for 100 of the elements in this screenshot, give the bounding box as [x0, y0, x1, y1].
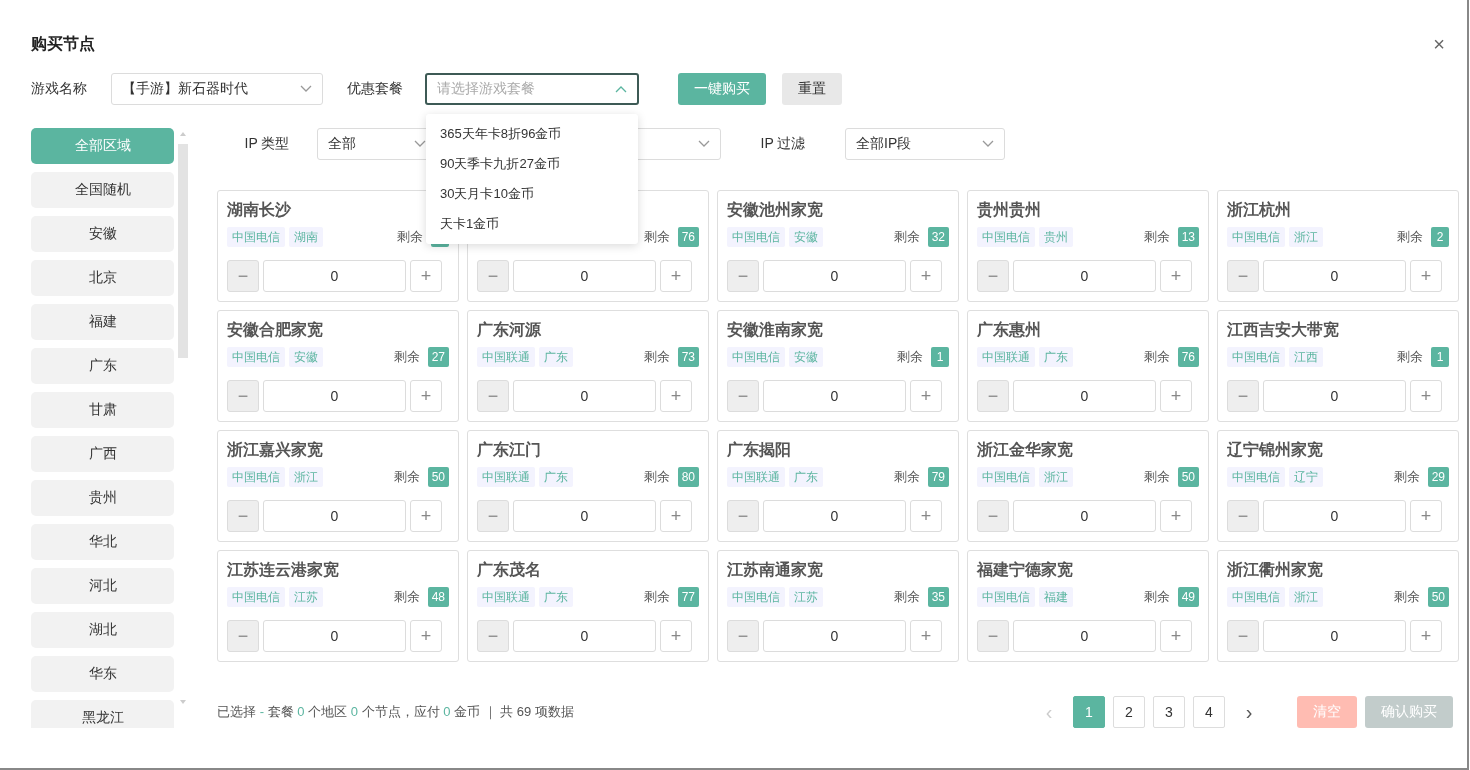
node-tag: 中国联通 — [477, 467, 535, 487]
remaining-count: 50 — [1177, 467, 1199, 487]
node-tag: 中国电信 — [977, 587, 1035, 607]
node-name: 辽宁锦州家宽 — [1227, 441, 1323, 458]
region-tab[interactable]: 贵州 — [31, 480, 174, 516]
page-button[interactable]: 1 — [1073, 696, 1105, 728]
game-select[interactable]: 【手游】新石器时代 — [111, 73, 323, 105]
increment-button[interactable]: + — [1160, 380, 1192, 412]
remaining-count: 50 — [1427, 587, 1449, 607]
quantity-field[interactable]: 0 — [763, 380, 906, 412]
page-button[interactable]: 4 — [1193, 696, 1225, 728]
quantity-field[interactable]: 0 — [513, 620, 656, 652]
quantity-field[interactable]: 0 — [263, 500, 406, 532]
selection-summary: 已选择 - 套餐 0 个地区 0 个节点，应付 0 金币 ｜ 共 69 项数据 — [217, 703, 574, 721]
remaining-label: 剩余 — [397, 228, 423, 246]
remaining-count: 50 — [427, 467, 449, 487]
remaining-count: 49 — [1177, 587, 1199, 607]
quantity-field[interactable]: 0 — [1013, 620, 1156, 652]
reset-button[interactable]: 重置 — [782, 73, 842, 105]
quantity-field[interactable]: 0 — [263, 380, 406, 412]
remaining-label: 剩余 — [393, 468, 420, 486]
node-tag: 湖南 — [289, 227, 323, 247]
quantity-field[interactable]: 0 — [1013, 260, 1156, 292]
quantity-field[interactable]: 0 — [513, 260, 656, 292]
remaining-count: 79 — [927, 467, 949, 487]
region-tab[interactable]: 全部区域 — [31, 128, 174, 164]
region-tab[interactable]: 黑龙江 — [31, 700, 174, 728]
remaining-label: 剩余 — [1393, 468, 1420, 486]
increment-button[interactable]: + — [910, 620, 942, 652]
increment-button[interactable]: + — [410, 380, 442, 412]
increment-button[interactable]: + — [1410, 500, 1442, 532]
increment-button[interactable]: + — [1160, 620, 1192, 652]
dropdown-option[interactable]: 天卡1金币 — [426, 209, 638, 239]
package-select[interactable]: 请选择游戏套餐 — [425, 73, 639, 105]
node-tag: 广东 — [539, 347, 573, 367]
increment-button[interactable]: + — [910, 260, 942, 292]
page-button[interactable]: 2 — [1113, 696, 1145, 728]
node-tag: 中国电信 — [1227, 347, 1285, 367]
increment-button[interactable]: + — [1160, 500, 1192, 532]
increment-button[interactable]: + — [1410, 260, 1442, 292]
next-page-button[interactable]: › — [1233, 696, 1265, 728]
node-name: 浙江衢州家宽 — [1227, 561, 1323, 578]
region-tab[interactable]: 福建 — [31, 304, 174, 340]
region-tab[interactable]: 安徽 — [31, 216, 174, 252]
node-tag: 贵州 — [1039, 227, 1073, 247]
increment-button[interactable]: + — [1160, 260, 1192, 292]
quantity-field[interactable]: 0 — [1263, 380, 1406, 412]
quantity-field[interactable]: 0 — [763, 260, 906, 292]
filter-select[interactable]: 全部IP段 — [845, 128, 1005, 160]
page-button[interactable]: 3 — [1153, 696, 1185, 728]
dropdown-option[interactable]: 90天季卡九折27金币 — [426, 149, 638, 179]
remaining-label: 剩余 — [1397, 228, 1423, 246]
node-tag: 中国电信 — [1227, 587, 1285, 607]
node-tag: 中国电信 — [727, 587, 785, 607]
region-tab[interactable]: 华北 — [31, 524, 174, 560]
region-tab[interactable]: 广西 — [31, 436, 174, 472]
remaining-count: 13 — [1177, 227, 1199, 247]
dropdown-option[interactable]: 30天月卡10金币 — [426, 179, 638, 209]
region-tab[interactable]: 北京 — [31, 260, 174, 296]
region-tab[interactable]: 湖北 — [31, 612, 174, 648]
quantity-field[interactable]: 0 — [1013, 380, 1156, 412]
dropdown-option[interactable]: 365天年卡8折96金币 — [426, 119, 638, 149]
quantity-field[interactable]: 0 — [1013, 500, 1156, 532]
increment-button[interactable]: + — [660, 260, 692, 292]
node-name: 福建宁德家宽 — [977, 561, 1073, 578]
increment-button[interactable]: + — [1410, 380, 1442, 412]
increment-button[interactable]: + — [660, 380, 692, 412]
increment-button[interactable]: + — [410, 260, 442, 292]
remaining-count: 27 — [427, 347, 449, 367]
increment-button[interactable]: + — [410, 500, 442, 532]
increment-button[interactable]: + — [660, 620, 692, 652]
region-tab[interactable]: 河北 — [31, 568, 174, 604]
increment-button[interactable]: + — [1410, 620, 1442, 652]
quantity-field[interactable]: 0 — [263, 260, 406, 292]
quantity-field[interactable]: 0 — [263, 620, 406, 652]
remaining-label: 剩余 — [393, 588, 420, 606]
node-name: 贵州贵州 — [977, 201, 1041, 218]
quantity-field[interactable]: 0 — [1263, 500, 1406, 532]
node-tag: 福建 — [1039, 587, 1073, 607]
quantity-field[interactable]: 0 — [513, 380, 656, 412]
quantity-field[interactable]: 0 — [763, 620, 906, 652]
region-tab[interactable]: 甘肃 — [31, 392, 174, 428]
node-tag: 中国电信 — [227, 587, 285, 607]
increment-button[interactable]: + — [660, 500, 692, 532]
close-button[interactable]: × — [1433, 34, 1445, 54]
quantity-field[interactable]: 0 — [1263, 620, 1406, 652]
remaining-count: 76 — [1177, 347, 1199, 367]
quantity-field[interactable]: 0 — [513, 500, 656, 532]
region-tab[interactable]: 全国随机 — [31, 172, 174, 208]
quantity-field[interactable]: 0 — [1263, 260, 1406, 292]
remaining-label: 剩余 — [1143, 588, 1170, 606]
increment-button[interactable]: + — [910, 380, 942, 412]
increment-button[interactable]: + — [410, 620, 442, 652]
node-tag: 安徽 — [789, 347, 823, 367]
quantity-field[interactable]: 0 — [763, 500, 906, 532]
region-tab[interactable]: 华东 — [31, 656, 174, 692]
buy-button[interactable]: 一键购买 — [678, 73, 766, 105]
node-tag: 中国电信 — [227, 467, 285, 487]
region-tab[interactable]: 广东 — [31, 348, 174, 384]
increment-button[interactable]: + — [910, 500, 942, 532]
